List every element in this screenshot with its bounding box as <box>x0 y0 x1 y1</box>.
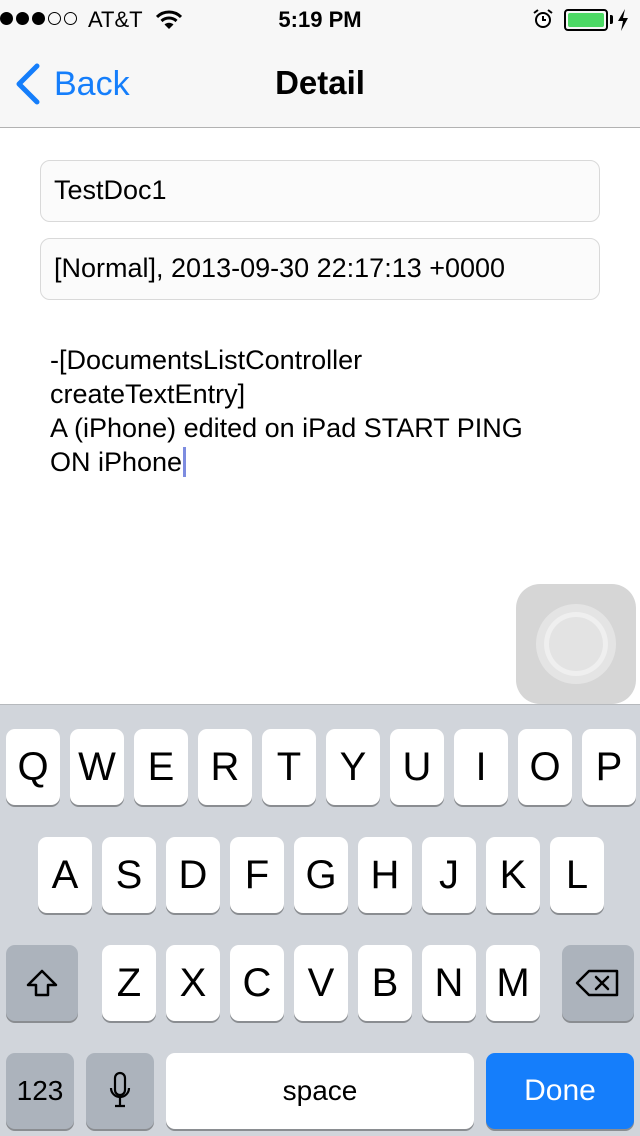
done-key[interactable]: Done <box>486 1053 634 1129</box>
body-line: ON iPhone <box>50 447 183 477</box>
key-f[interactable]: F <box>230 837 284 913</box>
navigation-bar: Back Detail <box>0 40 640 128</box>
page-title: Detail <box>275 64 365 101</box>
key-j[interactable]: J <box>422 837 476 913</box>
key-t[interactable]: T <box>262 729 316 805</box>
shift-arrow-icon <box>26 969 58 997</box>
body-line: -[DocumentsListController <box>50 345 363 375</box>
alarm-icon <box>533 9 553 28</box>
key-i[interactable]: I <box>454 729 508 805</box>
key-x[interactable]: X <box>166 945 220 1021</box>
backspace-icon <box>575 969 619 997</box>
key-u[interactable]: U <box>390 729 444 805</box>
key-z[interactable]: Z <box>102 945 156 1021</box>
document-status-field[interactable]: [Normal], 2013-09-30 22:17:13 +0000 <box>40 238 600 300</box>
key-a[interactable]: A <box>38 837 92 913</box>
key-n[interactable]: N <box>422 945 476 1021</box>
key-k[interactable]: K <box>486 837 540 913</box>
key-d[interactable]: D <box>166 837 220 913</box>
key-b[interactable]: B <box>358 945 412 1021</box>
body-line: A (iPhone) edited on iPad START PING <box>50 413 523 443</box>
key-l[interactable]: L <box>550 837 604 913</box>
dictation-key[interactable] <box>86 1053 154 1129</box>
key-v[interactable]: V <box>294 945 348 1021</box>
key-e[interactable]: E <box>134 729 188 805</box>
key-w[interactable]: W <box>70 729 124 805</box>
body-line: createTextEntry] <box>50 379 246 409</box>
microphone-icon <box>109 1071 131 1108</box>
key-y[interactable]: Y <box>326 729 380 805</box>
text-caret <box>183 447 187 477</box>
delete-key[interactable] <box>562 945 634 1021</box>
key-g[interactable]: G <box>294 837 348 913</box>
key-r[interactable]: R <box>198 729 252 805</box>
document-name-field[interactable]: TestDoc1 <box>40 160 600 222</box>
key-p[interactable]: P <box>582 729 636 805</box>
assistive-touch-button[interactable] <box>516 584 636 704</box>
key-h[interactable]: H <box>358 837 412 913</box>
document-body-text-view[interactable]: -[DocumentsListController createTextEntr… <box>50 343 580 479</box>
status-bar: AT&T 5:19 PM <box>0 0 640 40</box>
key-s[interactable]: S <box>102 837 156 913</box>
battery-icon <box>564 9 608 31</box>
key-c[interactable]: C <box>230 945 284 1021</box>
battery-level <box>568 13 604 27</box>
key-m[interactable]: M <box>486 945 540 1021</box>
charging-bolt-icon <box>618 9 628 31</box>
key-o[interactable]: O <box>518 729 572 805</box>
numbers-key[interactable]: 123 <box>6 1053 74 1129</box>
key-q[interactable]: Q <box>6 729 60 805</box>
assistive-touch-icon <box>549 617 603 671</box>
space-key[interactable]: space <box>166 1053 474 1129</box>
keyboard: Q W E R T Y U I O P A S D F G H J K L Z … <box>0 704 640 1136</box>
shift-key[interactable] <box>6 945 78 1021</box>
